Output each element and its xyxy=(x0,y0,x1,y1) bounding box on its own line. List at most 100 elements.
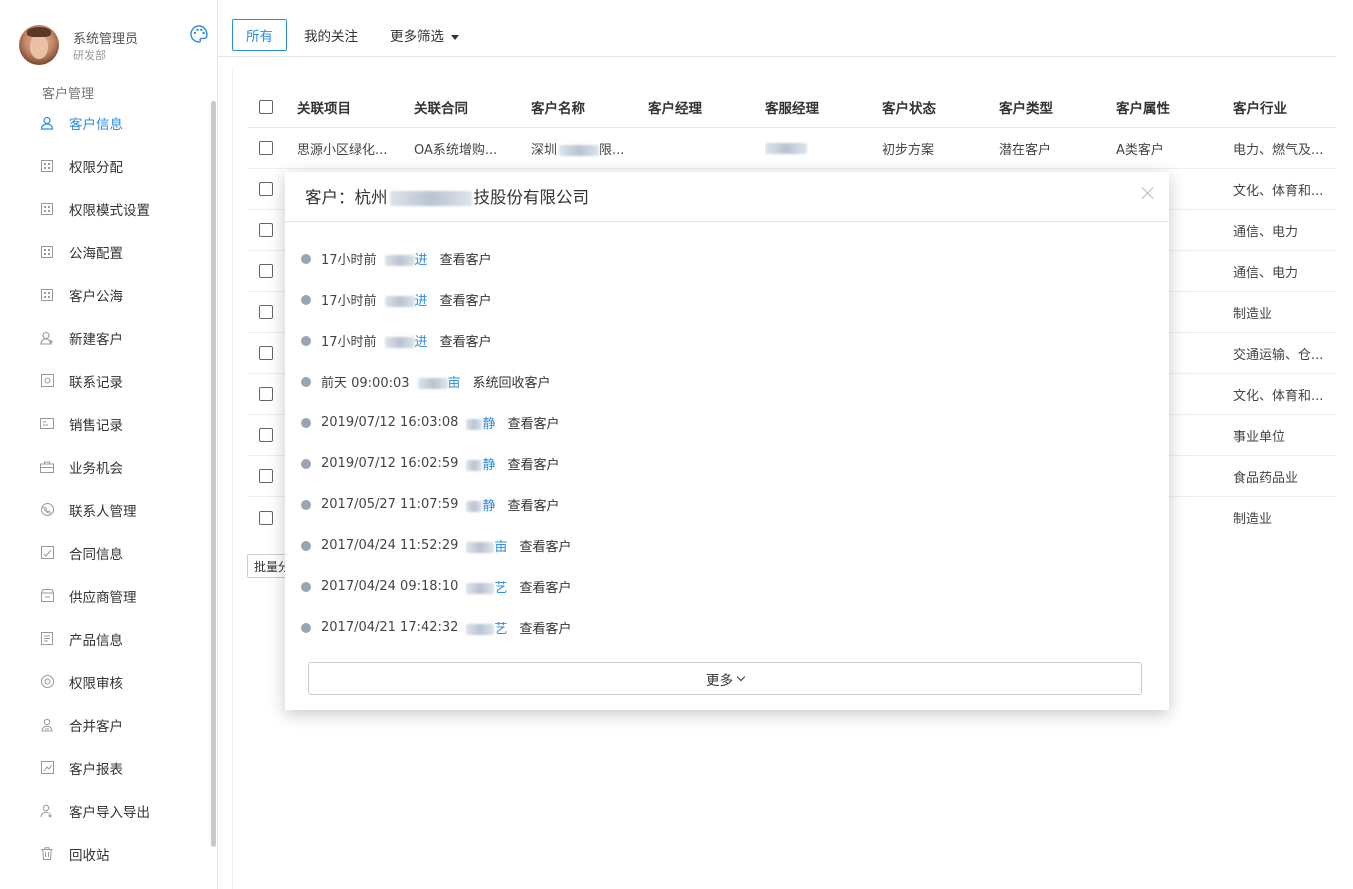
log-action: 系统回收客户 xyxy=(472,376,551,391)
column-header[interactable]: 客户状态 xyxy=(882,97,999,117)
sidebar-item-label: 合并客户 xyxy=(69,718,123,735)
sidebar-item-label: 公海配置 xyxy=(69,245,123,262)
sidebar-item-permission-review[interactable]: 权限审核 xyxy=(0,660,210,703)
modal-header: 客户：杭州 技股份有限公司 xyxy=(285,172,1169,222)
log-time: 前天 09:00:03 xyxy=(321,376,410,391)
log-user-link[interactable]: 进 xyxy=(384,290,428,309)
column-header[interactable]: 关联项目 xyxy=(297,97,414,117)
row-checkbox[interactable] xyxy=(259,387,273,401)
user-profile[interactable]: 系统管理员 研发部 xyxy=(19,24,138,66)
row-checkbox[interactable] xyxy=(259,510,273,525)
sidebar-item-products[interactable]: 产品信息 xyxy=(0,617,210,660)
sidebar-item-customer-pool[interactable]: 客户公海 xyxy=(0,273,210,316)
table-row[interactable]: 思源小区绿化... OA系统增购... 深圳 限... 初步方案 潜在客户 A类客… xyxy=(247,128,1337,169)
load-more-button[interactable]: 更多 xyxy=(308,662,1142,695)
row-checkbox[interactable] xyxy=(259,305,273,319)
column-header[interactable]: 客户属性 xyxy=(1116,97,1233,117)
user-name: 系统管理员 xyxy=(73,32,139,47)
sidebar-item-import-export[interactable]: 客户导入导出 xyxy=(0,789,210,832)
timeline-dot xyxy=(301,458,311,469)
sidebar-item-new-customer[interactable]: 新建客户 xyxy=(0,316,210,359)
palette-icon[interactable] xyxy=(189,24,209,44)
table-cell: 初步方案 xyxy=(882,142,935,158)
sidebar-item-recycle-bin[interactable]: 回收站 xyxy=(0,832,210,875)
sidebar-item-pool-config[interactable]: 公海配置 xyxy=(0,230,210,273)
table-header: 关联项目 关联合同 客户名称 客户经理 客服经理 客户状态 客户类型 客户属性 … xyxy=(247,86,1337,128)
sidebar-item-contracts[interactable]: 合同信息 xyxy=(0,531,210,574)
table-cell: 思源小区绿化... xyxy=(297,142,388,158)
log-time: 2019/07/12 16:03:08 xyxy=(321,415,459,430)
table-cell: 交通运输、仓... xyxy=(1233,347,1324,363)
row-checkbox[interactable] xyxy=(259,469,273,483)
table-cell: 通信、电力 xyxy=(1233,224,1299,240)
log-action: 查看客户 xyxy=(439,335,492,350)
log-user-link[interactable]: 艺 xyxy=(466,577,507,596)
log-user-link[interactable]: 艺 xyxy=(466,618,507,637)
row-checkbox[interactable] xyxy=(259,141,273,155)
sidebar-item-label: 新建客户 xyxy=(69,331,123,348)
table-cell: OA系统增购... xyxy=(414,142,498,158)
avatar[interactable] xyxy=(19,25,59,65)
table-cell: 事业单位 xyxy=(1233,429,1286,445)
tab-all[interactable]: 所有 xyxy=(232,19,287,51)
sidebar-item-permission-assign[interactable]: 权限分配 xyxy=(0,144,210,187)
sidebar-item-customer-info[interactable]: 客户信息 xyxy=(0,101,210,144)
sidebar-item-label: 权限模式设置 xyxy=(69,202,150,219)
column-header[interactable]: 关联合同 xyxy=(414,97,531,117)
log-action: 查看客户 xyxy=(519,622,572,637)
log-user-link[interactable]: 亩 xyxy=(417,372,461,391)
table-cell: 文化、体育和... xyxy=(1233,183,1324,199)
briefcase-icon xyxy=(40,460,54,474)
column-header[interactable]: 客服经理 xyxy=(765,97,882,117)
contract-icon xyxy=(40,546,54,560)
log-action: 查看客户 xyxy=(519,581,572,596)
column-header[interactable]: 客户名称 xyxy=(531,97,648,117)
sidebar-item-sales-records[interactable]: 销售记录 xyxy=(0,402,210,445)
sidebar-item-merge-customers[interactable]: 合并客户 xyxy=(0,703,210,746)
sidebar-item-label: 业务机会 xyxy=(69,460,123,477)
column-header[interactable]: 客户经理 xyxy=(648,97,765,117)
log-user-link[interactable]: 静 xyxy=(466,413,495,432)
table-cell: 电力、燃气及... xyxy=(1233,142,1324,158)
list-item: 2019/07/12 16:03:08 静查看客户 xyxy=(301,402,571,443)
log-time: 2017/05/27 11:07:59 xyxy=(321,497,459,512)
list-item: 2017/04/24 11:52:29 亩查看客户 xyxy=(301,525,571,566)
sidebar-scrollbar[interactable] xyxy=(211,101,216,847)
table-cell: 文化、体育和... xyxy=(1233,388,1324,404)
list-item: 2017/04/21 17:42:32 艺查看客户 xyxy=(301,607,571,648)
table-cell: 深圳 限... xyxy=(531,142,625,158)
row-checkbox[interactable] xyxy=(259,223,273,237)
sidebar-item-opportunities[interactable]: 业务机会 xyxy=(0,445,210,488)
sidebar-item-customer-reports[interactable]: 客户报表 xyxy=(0,746,210,789)
table-cell: A类客户 xyxy=(1116,142,1164,158)
sidebar-item-label: 合同信息 xyxy=(69,546,123,563)
row-checkbox[interactable] xyxy=(259,182,273,196)
sidebar-item-suppliers[interactable]: 供应商管理 xyxy=(0,574,210,617)
log-user-link[interactable]: 进 xyxy=(384,249,428,268)
timeline-dot xyxy=(301,581,311,592)
sidebar-item-permission-mode[interactable]: 权限模式设置 xyxy=(0,187,210,230)
close-icon[interactable] xyxy=(1141,186,1155,200)
log-user-link[interactable]: 静 xyxy=(466,454,495,473)
row-checkbox[interactable] xyxy=(259,428,273,442)
list-item: 2017/04/24 09:18:10 艺查看客户 xyxy=(301,566,571,607)
sidebar-item-label: 权限审核 xyxy=(69,675,123,692)
column-header[interactable]: 客户行业 xyxy=(1233,97,1333,117)
sidebar-item-label: 联系人管理 xyxy=(69,503,137,520)
more-filter-dropdown[interactable]: 更多筛选 xyxy=(390,25,459,45)
sidebar-item-contacts[interactable]: 联系人管理 xyxy=(0,488,210,531)
row-checkbox[interactable] xyxy=(259,346,273,360)
log-user-link[interactable]: 静 xyxy=(466,495,495,514)
list-item: 17小时前进查看客户 xyxy=(301,320,571,361)
timeline-dot xyxy=(301,376,311,387)
column-header[interactable]: 客户类型 xyxy=(999,97,1116,117)
log-user-link[interactable]: 亩 xyxy=(466,536,507,555)
sidebar: 系统管理员 研发部 客户管理 客户信息 权限分配 权限模式设置 公海配置 客户公… xyxy=(0,0,218,889)
table-cell: 食品药品业 xyxy=(1233,470,1299,486)
tab-my-follow[interactable]: 我的关注 xyxy=(304,25,358,45)
log-user-link[interactable]: 进 xyxy=(384,331,428,350)
row-checkbox[interactable] xyxy=(259,264,273,278)
log-action: 查看客户 xyxy=(507,417,560,432)
sidebar-item-contact-records[interactable]: 联系记录 xyxy=(0,359,210,402)
select-all-checkbox[interactable] xyxy=(259,99,273,114)
